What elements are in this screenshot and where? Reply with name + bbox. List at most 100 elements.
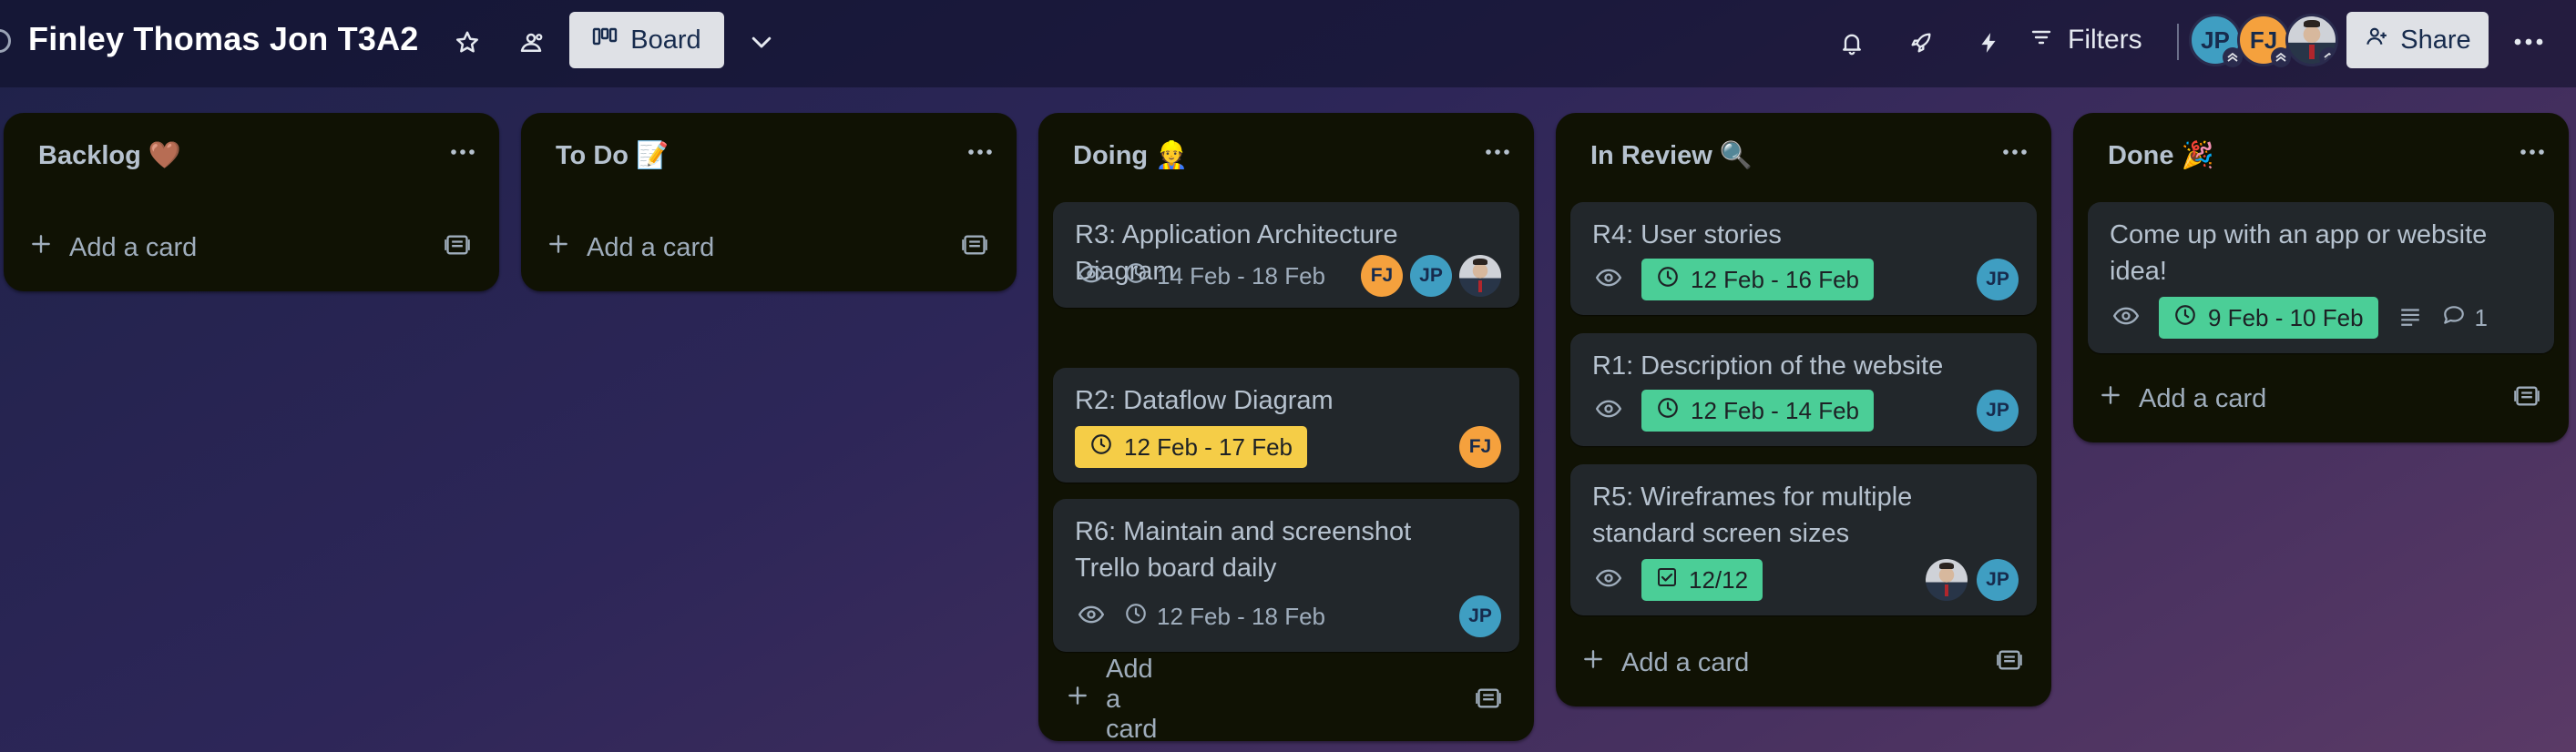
card-member-jp[interactable]: JP	[1977, 559, 2019, 601]
list-todo: To Do 📝 Add a card	[521, 113, 1017, 291]
member-initials: JP	[1468, 605, 1492, 626]
card-title: Come up with an app or website idea!	[2110, 220, 2488, 286]
card-member-fj[interactable]: FJ	[1459, 426, 1501, 468]
card-template-icon[interactable]	[1476, 686, 1501, 715]
eye-icon	[1595, 397, 1622, 425]
add-card-label: Add a card	[587, 232, 715, 262]
member-avatar-photo[interactable]	[2285, 14, 2338, 66]
card-template-icon[interactable]	[445, 233, 470, 261]
list-more-icon[interactable]	[967, 144, 993, 160]
due-date-badge[interactable]: 12 Feb - 18 Feb	[1124, 602, 1325, 632]
plus-icon	[1581, 647, 1605, 678]
card-r5[interactable]: R5: Wireframes for multiple standard scr…	[1570, 464, 2037, 615]
list-more-icon[interactable]	[2002, 144, 2028, 160]
member-avatar-jp[interactable]: JP	[2189, 14, 2243, 67]
add-card-button[interactable]: Add a card	[29, 222, 197, 273]
add-card-button[interactable]: Add a card	[2099, 373, 2266, 424]
card-r4[interactable]: R4: User stories 12 Feb - 16 Feb JP	[1570, 202, 2037, 315]
due-date-badge[interactable]: 14 Feb - 18 Feb	[1124, 261, 1325, 291]
add-card-label: Add a card	[1621, 647, 1750, 677]
list-more-icon[interactable]	[2520, 144, 2545, 160]
add-card-label: Add a card	[2139, 383, 2267, 413]
card-badges: 12 Feb - 18 Feb	[1078, 595, 1325, 637]
card-template-icon[interactable]	[2514, 384, 2540, 412]
workspace-visibility-icon[interactable]	[510, 22, 552, 64]
member-initials: JP	[1986, 569, 2009, 590]
description-icon	[2398, 304, 2422, 332]
list-title[interactable]: Doing 👷	[1073, 140, 1188, 171]
card-member-jp[interactable]: JP	[1977, 259, 2019, 300]
board-view-icon	[592, 25, 618, 56]
add-card-button[interactable]: Add a card	[1066, 655, 1157, 744]
due-date-badge[interactable]: 12 Feb - 17 Feb	[1075, 426, 1307, 468]
member-initials: FJ	[1468, 436, 1492, 457]
due-date-text: 14 Feb - 18 Feb	[1157, 261, 1325, 290]
eye-icon	[2112, 304, 2140, 332]
card-title: R5: Wireframes for multiple standard scr…	[1592, 483, 1913, 548]
more-icon[interactable]	[2505, 20, 2552, 64]
checklist-badge[interactable]: 12/12	[1641, 559, 1763, 601]
card-member-photo[interactable]	[1926, 559, 1968, 601]
card-badges: 12 Feb - 17 Feb	[1075, 426, 1307, 468]
member-initials: FJ	[1370, 265, 1394, 286]
card-member-photo[interactable]	[1459, 255, 1501, 297]
add-card-label: Add a card	[1106, 654, 1158, 744]
list-more-icon[interactable]	[450, 144, 475, 160]
comment-count: 1	[2474, 303, 2489, 331]
card-badges: 12/12	[1595, 559, 1763, 601]
comment-icon	[2442, 304, 2466, 332]
comments-badge: 1	[2442, 304, 2488, 332]
card-member-fj[interactable]: FJ	[1361, 255, 1403, 297]
due-date-badge[interactable]: 9 Feb - 10 Feb	[2159, 297, 2378, 339]
eye-icon	[1078, 262, 1105, 290]
star-icon[interactable]	[446, 22, 488, 64]
list-title[interactable]: Done 🎉	[2108, 140, 2214, 171]
list-title[interactable]: To Do 📝	[556, 140, 669, 171]
card-title: R2: Dataflow Diagram	[1075, 386, 1334, 415]
card-r2[interactable]: R2: Dataflow Diagram 12 Feb - 17 Feb FJ	[1053, 368, 1519, 483]
list-more-icon[interactable]	[1485, 144, 1510, 160]
list-done: Done 🎉 Come up with an app or website id…	[2073, 113, 2569, 442]
checklist-icon	[1656, 566, 1678, 594]
board-view-button[interactable]: Board	[569, 12, 724, 68]
bell-icon[interactable]	[1831, 22, 1873, 64]
card-r1[interactable]: R1: Description of the website 12 Feb - …	[1570, 333, 2037, 446]
filters-label: Filters	[2068, 25, 2142, 55]
list-title[interactable]: In Review 🔍	[1590, 140, 1753, 171]
clock-icon	[1656, 265, 1680, 295]
member-avatar-fj[interactable]: FJ	[2237, 14, 2291, 67]
board-view-label: Board	[630, 25, 701, 55]
member-initials: JP	[1419, 265, 1443, 286]
rocket-icon[interactable]	[1900, 22, 1942, 64]
board-header: Finley Thomas Jon T3A2 Board Filters JP …	[0, 0, 2576, 87]
lightning-icon[interactable]	[1968, 22, 2009, 64]
clock-icon	[1089, 432, 1113, 462]
add-card-button[interactable]: Add a card	[1581, 637, 1749, 688]
list-title[interactable]: Backlog 🤎	[38, 140, 181, 171]
card-r6[interactable]: R6: Maintain and screenshot Trello board…	[1053, 499, 1519, 652]
card-r3-body[interactable]: R3: Application Architecture Diagram 14 …	[1053, 202, 1519, 308]
card-template-icon[interactable]	[1997, 648, 2022, 676]
card-badges: 12 Feb - 14 Feb	[1595, 390, 1874, 432]
due-date-badge[interactable]: 12 Feb - 16 Feb	[1641, 259, 1874, 300]
plus-icon	[547, 232, 570, 263]
card-member-jp[interactable]: JP	[1459, 595, 1501, 637]
filters-button[interactable]: Filters	[2029, 16, 2142, 64]
share-button[interactable]: Share	[2346, 12, 2489, 68]
list-backlog: Backlog 🤎 Add a card	[4, 113, 499, 291]
card-badges: 14 Feb - 18 Feb	[1078, 255, 1325, 297]
card-member-jp[interactable]: JP	[1410, 255, 1452, 297]
workspace-edge-icon[interactable]	[0, 29, 11, 53]
due-date-text: 12 Feb - 14 Feb	[1691, 396, 1859, 424]
chevron-down-icon[interactable]	[740, 20, 783, 64]
card-title: R6: Maintain and screenshot Trello board…	[1075, 517, 1412, 583]
card-template-icon[interactable]	[962, 233, 987, 261]
add-card-button[interactable]: Add a card	[547, 222, 714, 273]
clock-icon	[1656, 396, 1680, 426]
due-date-badge[interactable]: 12 Feb - 14 Feb	[1641, 390, 1874, 432]
card-member-jp[interactable]: JP	[1977, 390, 2019, 432]
plus-icon	[2099, 383, 2122, 414]
card-app-idea[interactable]: Come up with an app or website idea! 9 F…	[2088, 202, 2554, 353]
member-initials: JP	[1986, 269, 2009, 290]
board-title[interactable]: Finley Thomas Jon T3A2	[28, 20, 419, 58]
